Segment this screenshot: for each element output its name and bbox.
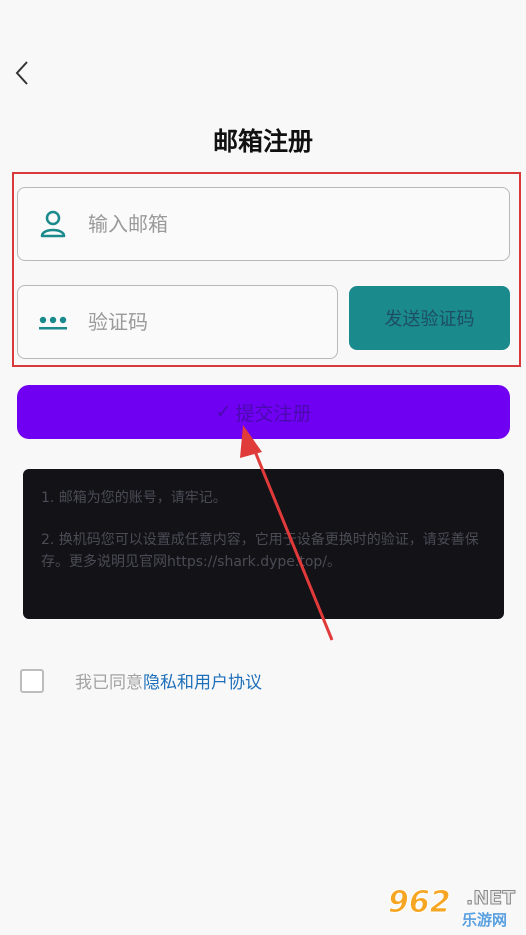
watermark-logo: 962 .NET 乐游网 — [388, 885, 520, 930]
check-icon: ✓ — [215, 401, 232, 423]
page-title: 邮箱注册 — [212, 127, 313, 156]
notice-line-1: 1. 邮箱为您的账号，请牢记。 — [41, 490, 227, 506]
agree-checkbox[interactable] — [20, 668, 44, 693]
back-button[interactable] — [8, 58, 36, 88]
agreement-prefix: 我已同意 — [75, 673, 143, 693]
verification-code-input[interactable] — [88, 310, 337, 334]
verification-code-field[interactable] — [17, 285, 338, 359]
notice-line-2: 2. 换机码您可以设置成任意内容，它用于设备更换时的验证，请妥善保存。更多说明见… — [41, 532, 479, 570]
send-code-label: 发送验证码 — [384, 309, 475, 330]
watermark-subtitle: 乐游网 — [462, 911, 508, 929]
password-dots-icon — [18, 314, 88, 330]
user-icon — [18, 210, 88, 238]
watermark-suffix: .NET — [465, 887, 516, 910]
submit-register-label: 提交注册 — [235, 402, 312, 425]
email-field[interactable] — [17, 187, 510, 261]
email-input[interactable] — [88, 212, 509, 236]
notice-box: 1. 邮箱为您的账号，请牢记。 2. 换机码您可以设置成任意内容，它用于设备更换… — [23, 469, 504, 619]
watermark-number: 962 — [388, 885, 452, 921]
send-code-button[interactable]: 发送验证码 — [349, 286, 510, 350]
submit-register-button[interactable]: ✓ 提交注册 — [17, 385, 510, 439]
chevron-left-icon — [15, 61, 28, 85]
agreement-row: 我已同意 隐私和用户协议 — [20, 668, 262, 693]
privacy-agreement-link[interactable]: 隐私和用户协议 — [143, 668, 262, 693]
